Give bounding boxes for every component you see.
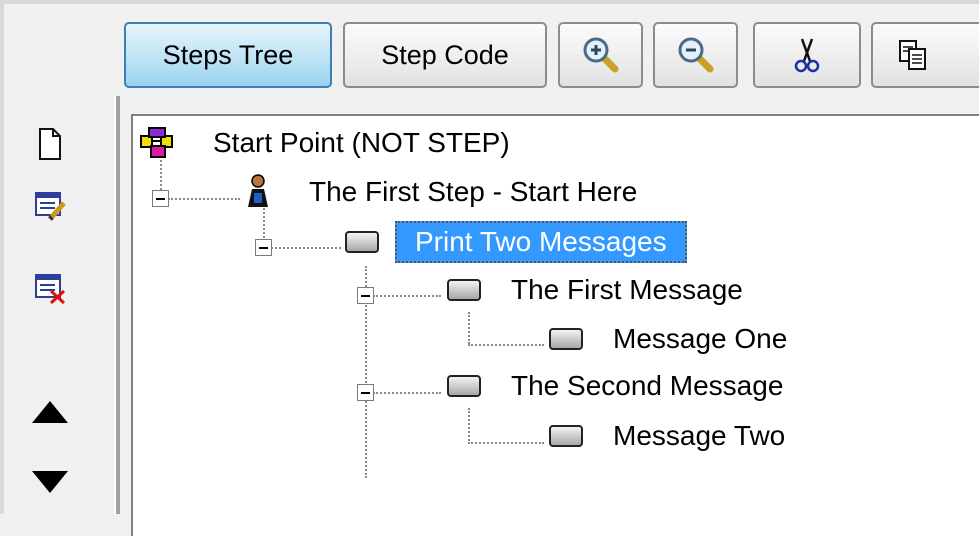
collapse-toggle[interactable] <box>255 239 272 256</box>
copy-button[interactable] <box>871 22 979 88</box>
tree-node-label: The First Message <box>511 274 743 305</box>
copy-icon <box>893 35 933 75</box>
zoom-in-button[interactable] <box>558 22 643 88</box>
zoom-out-icon <box>676 35 716 75</box>
tree-connector <box>468 442 544 444</box>
step-icon <box>549 425 583 447</box>
collapse-toggle[interactable] <box>357 384 374 401</box>
zoom-in-icon <box>581 35 621 75</box>
tree-node-first-message[interactable]: The First Message <box>447 271 751 309</box>
step-icon <box>447 375 481 397</box>
step-icon <box>447 279 481 301</box>
tree-node-label: Print Two Messages <box>395 221 687 263</box>
delete-step-icon[interactable] <box>32 270 68 306</box>
tree-node-label: The Second Message <box>511 370 784 401</box>
move-up-icon[interactable] <box>30 394 70 430</box>
sidebar-separator <box>114 96 120 514</box>
tree-node-label: Message Two <box>613 420 786 451</box>
step-code-label: Step Code <box>381 39 509 70</box>
tree-node-second-message[interactable]: The Second Message <box>447 367 791 405</box>
toolbar: Steps Tree Step Code <box>0 0 979 100</box>
tree-connector <box>468 344 544 346</box>
move-down-icon[interactable] <box>30 464 70 500</box>
tree-node-first-step[interactable]: The First Step - Start Here <box>243 173 645 211</box>
tree-node-root[interactable]: Start Point (NOT STEP) <box>139 124 518 162</box>
collapse-toggle[interactable] <box>152 190 169 207</box>
left-sidebar <box>0 96 114 514</box>
step-icon <box>345 231 379 253</box>
collapse-toggle[interactable] <box>357 287 374 304</box>
step-code-button[interactable]: Step Code <box>343 22 547 88</box>
edit-step-icon[interactable] <box>32 188 68 224</box>
start-point-icon <box>139 126 175 160</box>
tree-node-print-two-messages[interactable]: Print Two Messages <box>345 221 687 263</box>
tree-connector <box>373 295 441 297</box>
tree-connector <box>373 392 441 394</box>
tree-connector <box>263 208 265 238</box>
tree-node-message-one[interactable]: Message One <box>549 320 795 358</box>
steps-tree-label: Steps Tree <box>162 39 294 70</box>
tree-node-label: Message One <box>613 323 788 354</box>
tree-connector <box>168 198 240 200</box>
tree-node-label: The First Step - Start Here <box>309 176 638 207</box>
zoom-out-button[interactable] <box>653 22 738 88</box>
new-document-icon[interactable] <box>32 126 68 162</box>
tree-connector <box>271 247 341 249</box>
tree-node-message-two[interactable]: Message Two <box>549 417 793 455</box>
tree-node-label: Start Point (NOT STEP) <box>213 127 510 158</box>
step-icon <box>549 328 583 350</box>
cut-button[interactable] <box>753 22 861 88</box>
person-step-icon <box>243 173 273 211</box>
steps-tree-panel: Start Point (NOT STEP) The First Step - … <box>131 114 979 536</box>
steps-tree-button[interactable]: Steps Tree <box>124 22 332 88</box>
tree-connector <box>468 408 470 444</box>
cut-icon <box>787 35 827 75</box>
tree-connector <box>468 312 470 344</box>
